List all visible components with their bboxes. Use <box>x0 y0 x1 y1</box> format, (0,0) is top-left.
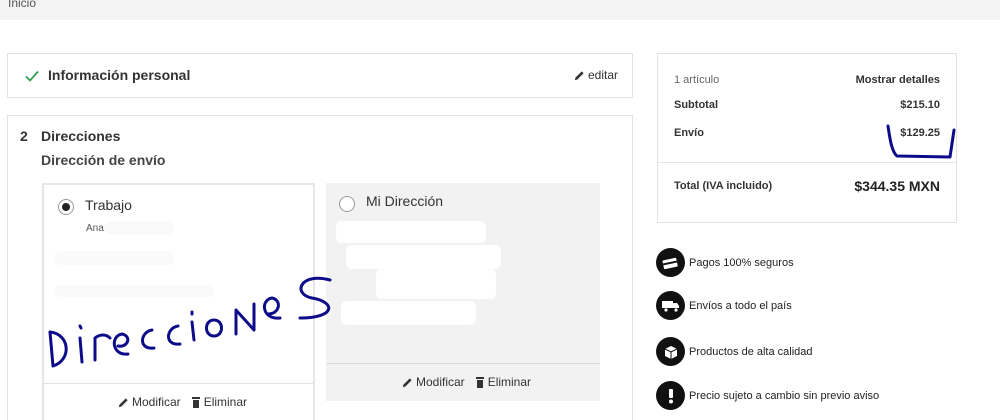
address-card-work[interactable]: Trabajo Ana Modificar Eliminar <box>42 183 315 420</box>
delete-address-work-button[interactable]: Eliminar <box>191 395 247 409</box>
box-icon <box>656 337 685 366</box>
personal-info-step: Información personal editar <box>7 53 633 98</box>
truck-icon <box>656 291 685 320</box>
subtotal-label: Subtotal <box>674 99 718 111</box>
secure-payment-icon <box>656 248 685 277</box>
checkmark-icon <box>25 70 39 82</box>
redaction-mark <box>54 251 174 265</box>
address-line-work: Ana <box>86 223 104 234</box>
show-details-link[interactable]: Mostrar detalles <box>856 74 940 86</box>
personal-info-title: Información personal <box>48 67 191 83</box>
address-card-mine[interactable]: Mi Dirección Modificar Eliminar <box>326 183 600 401</box>
step-number: 2 <box>20 128 28 144</box>
total-value: $344.35 MXN <box>854 178 940 194</box>
delete-label: Eliminar <box>487 375 532 389</box>
pencil-icon <box>402 377 412 387</box>
addresses-step: 2 Direcciones Dirección de envío Trabajo… <box>7 115 633 420</box>
shipping-address-title: Dirección de envío <box>41 152 166 168</box>
edit-personal-info-link[interactable]: editar <box>574 68 618 82</box>
pencil-icon <box>118 397 128 407</box>
redaction-mark <box>336 221 486 243</box>
feature-shipping: Envíos a todo el país <box>656 291 792 320</box>
modify-label: Modificar <box>416 375 465 389</box>
address-divider <box>44 383 313 384</box>
feature-label: Precio sujeto a cambio sin previo aviso <box>689 389 880 402</box>
shipping-label: Envío <box>674 127 704 139</box>
address-name-work: Trabajo <box>85 197 132 213</box>
redaction-mark <box>346 245 501 269</box>
feature-price-notice: Precio sujeto a cambio sin previo aviso <box>656 381 879 410</box>
order-summary: 1 artículo Mostrar detalles Subtotal $21… <box>657 53 957 223</box>
summary-divider <box>658 162 956 163</box>
redaction-mark <box>104 221 174 235</box>
redaction-mark <box>376 269 496 299</box>
modify-address-mine-button[interactable]: Modificar <box>402 375 465 389</box>
address-actions-work: Modificar Eliminar <box>118 395 247 409</box>
delete-address-mine-button[interactable]: Eliminar <box>475 375 531 389</box>
address-name-mine: Mi Dirección <box>366 193 444 209</box>
feature-quality: Productos de alta calidad <box>656 337 813 366</box>
breadcrumb-home[interactable]: Inicio <box>8 0 36 10</box>
modify-address-work-button[interactable]: Modificar <box>118 395 181 409</box>
shipping-value: $129.25 <box>900 127 940 139</box>
exclamation-icon <box>656 381 685 410</box>
subtotal-value: $215.10 <box>900 99 940 111</box>
feature-label: Productos de alta calidad <box>689 345 813 358</box>
items-count: 1 artículo <box>674 74 720 86</box>
pencil-icon <box>574 70 584 80</box>
address-radio-work[interactable] <box>58 199 74 215</box>
feature-secure-payment: Pagos 100% seguros <box>656 248 794 277</box>
address-radio-mine[interactable] <box>339 196 355 212</box>
delete-label: Eliminar <box>203 395 248 409</box>
addresses-title: Direcciones <box>41 128 121 144</box>
feature-label: Envíos a todo el país <box>689 299 792 312</box>
address-actions-mine: Modificar Eliminar <box>402 375 531 389</box>
total-label: Total (IVA incluido) <box>674 180 773 192</box>
trash-icon <box>475 376 484 388</box>
redaction-mark <box>341 301 476 325</box>
address-divider <box>326 363 600 364</box>
feature-label: Pagos 100% seguros <box>689 256 794 269</box>
redaction-mark <box>54 285 214 297</box>
trash-icon <box>191 396 200 408</box>
modify-label: Modificar <box>132 395 181 409</box>
top-bar: Inicio <box>0 0 1000 20</box>
edit-label: editar <box>587 68 618 82</box>
